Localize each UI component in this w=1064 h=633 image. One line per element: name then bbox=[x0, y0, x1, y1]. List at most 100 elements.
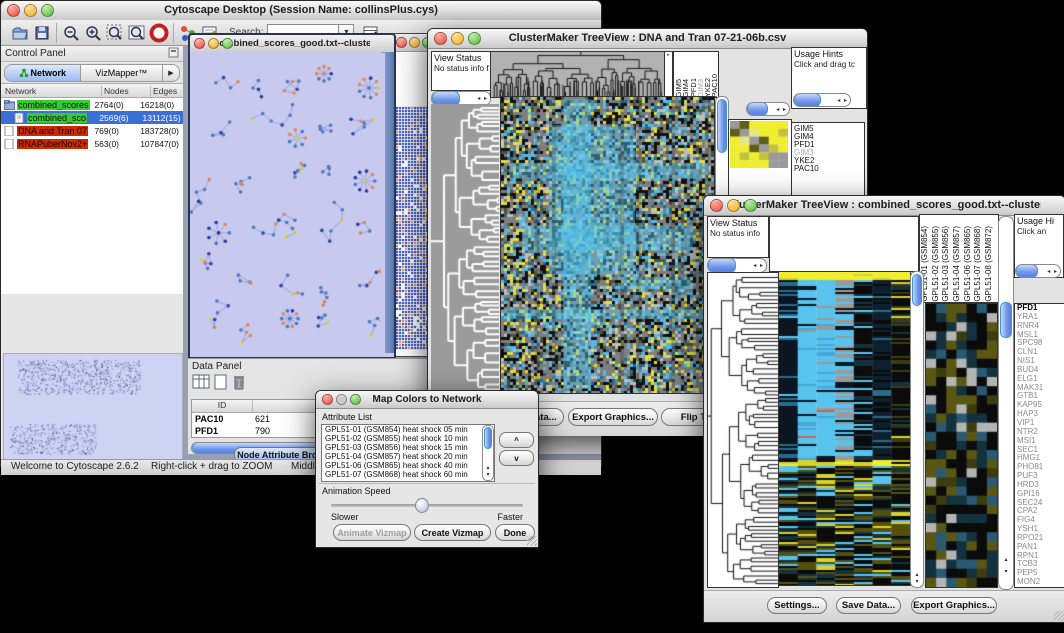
zoom-fit-icon[interactable] bbox=[126, 22, 148, 44]
network-row-selected[interactable]: combined_sco 2569(6) 13112(15) bbox=[1, 111, 183, 124]
network-overview-canvas[interactable] bbox=[3, 353, 183, 461]
save-icon[interactable] bbox=[31, 22, 53, 44]
heatmap-vscrollbar[interactable] bbox=[910, 271, 924, 588]
tab-overflow-icon[interactable]: ▶ bbox=[162, 65, 179, 81]
tab-network[interactable]: Network bbox=[5, 65, 81, 81]
zoom-window-icon[interactable] bbox=[468, 32, 481, 45]
scroll-arrows-icon[interactable] bbox=[776, 106, 789, 113]
list-vscrollbar[interactable] bbox=[482, 425, 494, 481]
select-attributes-icon[interactable] bbox=[192, 374, 210, 395]
usage-hscrollbar[interactable] bbox=[1015, 264, 1061, 278]
usage-hscrollbar[interactable] bbox=[793, 93, 851, 107]
scroll-thumb[interactable] bbox=[717, 99, 727, 153]
zoom-window-icon[interactable] bbox=[350, 394, 361, 405]
scroll-thumb[interactable] bbox=[484, 427, 492, 449]
tab-vizmapper[interactable]: VizMapper™ bbox=[81, 65, 162, 81]
scroll-up-icon[interactable] bbox=[999, 557, 1013, 564]
zoom-window-icon[interactable] bbox=[41, 4, 54, 17]
network-canvas[interactable] bbox=[190, 52, 381, 353]
speed-slider-thumb[interactable] bbox=[415, 498, 429, 513]
network-row[interactable]: combined_scores 2764(0) 16218(0) bbox=[1, 98, 183, 111]
close-icon[interactable] bbox=[434, 32, 447, 45]
scroll-down-icon[interactable] bbox=[999, 569, 1013, 576]
scroll-up-icon[interactable] bbox=[911, 572, 923, 579]
resize-grip[interactable] bbox=[527, 536, 537, 546]
create-vizmap-button[interactable]: Create Vizmap bbox=[414, 524, 491, 541]
column-dendrogram-area[interactable] bbox=[769, 216, 919, 272]
scroll-arrows-icon[interactable] bbox=[837, 97, 850, 104]
heatmap-canvas[interactable] bbox=[778, 271, 911, 586]
scroll-down-icon[interactable] bbox=[483, 472, 493, 479]
close-icon[interactable] bbox=[7, 4, 20, 17]
minimize-icon[interactable] bbox=[451, 32, 464, 45]
col-edges[interactable]: Edges bbox=[151, 86, 177, 96]
move-up-button[interactable]: ^ bbox=[499, 432, 534, 448]
float-panel-icon[interactable] bbox=[168, 45, 179, 63]
row-dendrogram-canvas[interactable] bbox=[431, 104, 499, 394]
labels-vscrollbar[interactable] bbox=[998, 216, 1014, 590]
zoom-heatmap-canvas[interactable] bbox=[730, 121, 788, 168]
main-titlebar[interactable]: Cytoscape Desktop (Session Name: collins… bbox=[1, 1, 601, 21]
zoom-window-icon[interactable] bbox=[744, 199, 757, 212]
zoomview-hscrollbar[interactable] bbox=[746, 102, 790, 116]
scroll-thumb[interactable] bbox=[912, 274, 922, 306]
attribute-item[interactable]: GPL51-02 (GSM855) heat shock 10 min bbox=[322, 434, 494, 443]
close-icon[interactable] bbox=[194, 38, 205, 49]
export-graphics-button[interactable]: Export Graphics... bbox=[568, 408, 658, 426]
resize-grip[interactable] bbox=[1054, 611, 1064, 621]
treeview2-titlebar[interactable]: ClusterMaker TreeView : combined_scores_… bbox=[704, 196, 1064, 216]
minimize-icon[interactable] bbox=[24, 4, 37, 17]
close-icon[interactable] bbox=[710, 199, 723, 212]
attribute-item[interactable]: GPL51-01 (GSM854) heat shock 05 min bbox=[322, 425, 494, 434]
close-icon[interactable] bbox=[396, 37, 407, 48]
col-network[interactable]: Network bbox=[1, 86, 102, 96]
scroll-thumb[interactable] bbox=[747, 102, 768, 116]
heatmap-canvas[interactable] bbox=[500, 96, 715, 394]
minimize-icon[interactable] bbox=[208, 38, 219, 49]
network-vscrollbar[interactable] bbox=[385, 52, 394, 353]
minimize-icon[interactable] bbox=[727, 199, 740, 212]
col-nodes[interactable]: Nodes bbox=[102, 86, 151, 96]
minimize-icon[interactable] bbox=[409, 37, 420, 48]
scroll-thumb[interactable] bbox=[708, 258, 736, 273]
zoom-in-icon[interactable] bbox=[82, 22, 104, 44]
settings-button[interactable]: Settings... bbox=[767, 597, 827, 614]
status-hscrollbar[interactable] bbox=[707, 258, 767, 273]
zoom-selected-region-icon[interactable] bbox=[104, 22, 126, 44]
zoom-heatmap-canvas[interactable] bbox=[925, 303, 998, 588]
move-down-button[interactable]: v bbox=[499, 450, 534, 466]
dense-network-canvas[interactable] bbox=[396, 106, 427, 350]
export-graphics-button[interactable]: Export Graphics... bbox=[911, 597, 997, 614]
network-row[interactable]: RNAPuberNov2+ 563(0) 107847(0) bbox=[1, 137, 183, 150]
scroll-down-icon[interactable] bbox=[911, 579, 923, 586]
zoom-out-icon[interactable] bbox=[60, 22, 82, 44]
zoom-window-icon[interactable] bbox=[222, 38, 233, 49]
splitter[interactable]: ▸ bbox=[664, 51, 673, 98]
treeview1-titlebar[interactable]: ClusterMaker TreeView : DNA and Tran 07-… bbox=[428, 29, 867, 49]
attribute-listbox[interactable]: GPL51-01 (GSM854) heat shock 05 minGPL51… bbox=[321, 424, 495, 482]
network-row[interactable]: DNA and Tran 07 769(0) 183728(0) bbox=[1, 124, 183, 137]
col-id[interactable]: ID bbox=[192, 400, 253, 412]
dialog-titlebar[interactable]: Map Colors to Network bbox=[316, 391, 538, 409]
close-icon[interactable] bbox=[322, 394, 333, 405]
row-dendrogram-canvas[interactable] bbox=[707, 272, 779, 588]
scroll-up-icon[interactable] bbox=[483, 465, 493, 472]
help-ring-icon[interactable] bbox=[148, 22, 170, 44]
delete-attribute-icon[interactable] bbox=[232, 374, 246, 395]
new-attribute-icon[interactable] bbox=[214, 374, 228, 395]
save-data-button[interactable]: Save Data... bbox=[836, 597, 901, 614]
column-dendrogram-canvas[interactable] bbox=[490, 51, 665, 98]
gene-label[interactable]: PAC10 bbox=[792, 165, 864, 173]
scroll-arrows-icon[interactable] bbox=[477, 95, 490, 102]
attribute-item[interactable]: GPL51-03 (GSM856) heat shock 15 min bbox=[322, 443, 494, 452]
scroll-thumb[interactable] bbox=[794, 93, 821, 107]
scroll-arrows-icon[interactable] bbox=[753, 262, 766, 269]
gene-label[interactable]: MON2 bbox=[1015, 578, 1064, 587]
attribute-item[interactable]: GPL51-07 (GSM868) heat shock 60 min bbox=[322, 470, 494, 479]
scroll-thumb[interactable] bbox=[1000, 302, 1012, 338]
attribute-item[interactable]: GPL51-04 (GSM857) heat shock 20 min bbox=[322, 452, 494, 461]
network-frame-back[interactable] bbox=[392, 33, 430, 357]
network-table-header[interactable]: Network Nodes Edges bbox=[1, 83, 183, 98]
attribute-item[interactable]: GPL51-06 (GSM865) heat shock 40 min bbox=[322, 461, 494, 470]
scroll-thumb[interactable] bbox=[1016, 264, 1038, 278]
